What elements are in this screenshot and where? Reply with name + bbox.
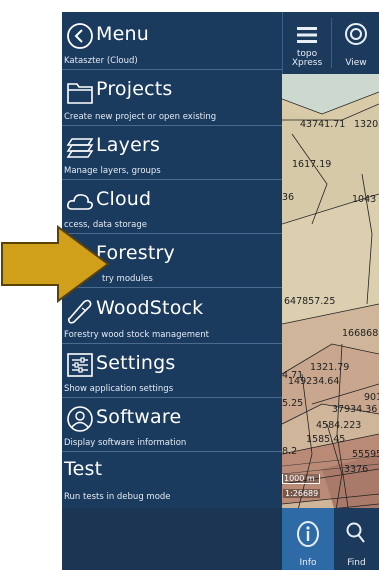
menu-item-subtitle: Run tests in debug mode bbox=[64, 492, 171, 502]
scale-ratio: 1:26689 bbox=[283, 489, 321, 498]
info-button[interactable]: Info bbox=[282, 508, 334, 570]
menu-item-label: WoodStock bbox=[96, 297, 204, 319]
map-label: 1043 bbox=[352, 194, 377, 205]
map-label: 5.25 bbox=[282, 398, 304, 409]
xpress-label: Xpress bbox=[291, 58, 323, 68]
folder-icon bbox=[67, 83, 93, 104]
map-label: 166868 bbox=[342, 328, 379, 339]
eye-icon bbox=[345, 23, 367, 45]
menu-item-subtitle: Show application settings bbox=[64, 384, 174, 394]
menu-subtitle: Kataszter (Cloud) bbox=[64, 56, 138, 66]
settings-icon bbox=[67, 353, 93, 377]
topo-xpress-button[interactable]: topo Xpress bbox=[283, 12, 331, 74]
menu-item-label: Settings bbox=[96, 352, 176, 374]
menu-item-label: Software bbox=[96, 406, 182, 428]
map-label: 4.71 bbox=[282, 370, 304, 381]
menu-item-label: Projects bbox=[96, 78, 173, 100]
map-label: 3376 bbox=[344, 464, 369, 475]
find-label: Find bbox=[347, 558, 366, 568]
menu-title: Menu bbox=[96, 23, 149, 45]
view-button[interactable]: View bbox=[332, 12, 379, 74]
view-label: View bbox=[345, 58, 367, 68]
bottom-toolbar: Info Find bbox=[282, 508, 379, 570]
map-label: 37934.36 bbox=[332, 404, 378, 415]
user-circle-icon bbox=[67, 406, 93, 432]
back-circle-icon bbox=[67, 23, 93, 49]
map-label: 1321.79 bbox=[310, 362, 350, 373]
menu-item-label: Layers bbox=[96, 134, 161, 156]
menu-item-subtitle: Forestry wood stock management bbox=[64, 330, 209, 340]
menu-item-subtitle: Display software information bbox=[64, 438, 187, 448]
map-label: 13205 bbox=[354, 119, 379, 130]
menu-item-settings[interactable]: Settings Show application settings bbox=[62, 344, 282, 398]
magnifier-icon bbox=[346, 522, 365, 543]
menu-item-subtitle: Manage layers, groups bbox=[64, 166, 161, 176]
map-label: 43741.71 bbox=[300, 119, 346, 130]
menu-footer bbox=[62, 508, 282, 570]
info-icon bbox=[297, 521, 319, 547]
find-button[interactable]: Find bbox=[334, 508, 379, 570]
map-label: 647857.25 bbox=[284, 296, 336, 307]
menu-item-subtitle: Create new project or open existing bbox=[64, 112, 217, 122]
map-label: 8.2 bbox=[282, 446, 298, 457]
menu-item-projects[interactable]: Projects Create new project or open exis… bbox=[62, 70, 282, 126]
map-label: 1617.19 bbox=[292, 159, 332, 170]
menu-item-test[interactable]: Test Run tests in debug mode bbox=[62, 452, 282, 508]
map-label: 55595 bbox=[352, 449, 379, 460]
hamburger-icon bbox=[297, 27, 317, 43]
map-label: 1585.45 bbox=[306, 434, 346, 445]
menu-item-software[interactable]: Software Display software information bbox=[62, 398, 282, 452]
menu-item-label: Test bbox=[64, 458, 103, 480]
menu-item-layers[interactable]: Layers Manage layers, groups bbox=[62, 126, 282, 180]
info-label: Info bbox=[299, 558, 317, 568]
layers-icon bbox=[66, 138, 94, 158]
scale-bar: 1000 m bbox=[282, 474, 320, 484]
cloud-icon bbox=[67, 194, 93, 210]
map-label: 901 bbox=[364, 392, 379, 403]
map-label: 4584.223 bbox=[316, 420, 362, 431]
menu-item-label: Cloud bbox=[96, 188, 152, 210]
map-label: 36 bbox=[282, 192, 295, 203]
menu-header[interactable]: Menu Kataszter (Cloud) bbox=[62, 12, 282, 70]
top-toolbar: topo Xpress View bbox=[282, 12, 379, 74]
annotation-arrow bbox=[1, 225, 110, 303]
